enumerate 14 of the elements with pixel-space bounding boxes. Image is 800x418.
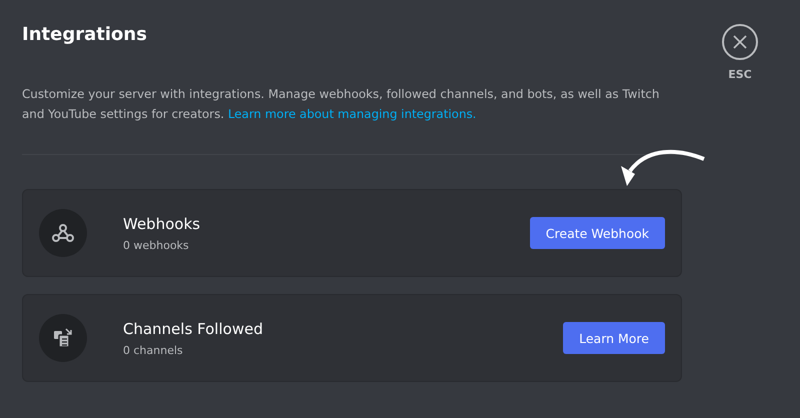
close-icon	[733, 35, 747, 49]
card-subtitle: 0 channels	[123, 344, 184, 356]
card-title: Webhooks	[123, 214, 202, 232]
esc-label: ESC	[728, 68, 752, 81]
create-webhook-button[interactable]: Create Webhook	[530, 217, 665, 249]
webhook-icon	[52, 223, 74, 243]
card-subtitle: 0 webhooks	[123, 238, 190, 252]
channel-follow-icon	[53, 328, 73, 348]
close-button[interactable]	[722, 24, 758, 60]
learn-more-button[interactable]: Learn More	[563, 322, 665, 354]
learn-more-link[interactable]: Learn more about managing integrations.	[228, 107, 476, 121]
page-title: Integrations	[22, 24, 148, 46]
card-title: Channels Followed	[123, 320, 264, 338]
description: Customize your server with integrations. Manage webhooks, followed channels, and bots, as well as Twitch and YouTube settings for creators. Learn more about managing integrations.	[22, 86, 660, 123]
